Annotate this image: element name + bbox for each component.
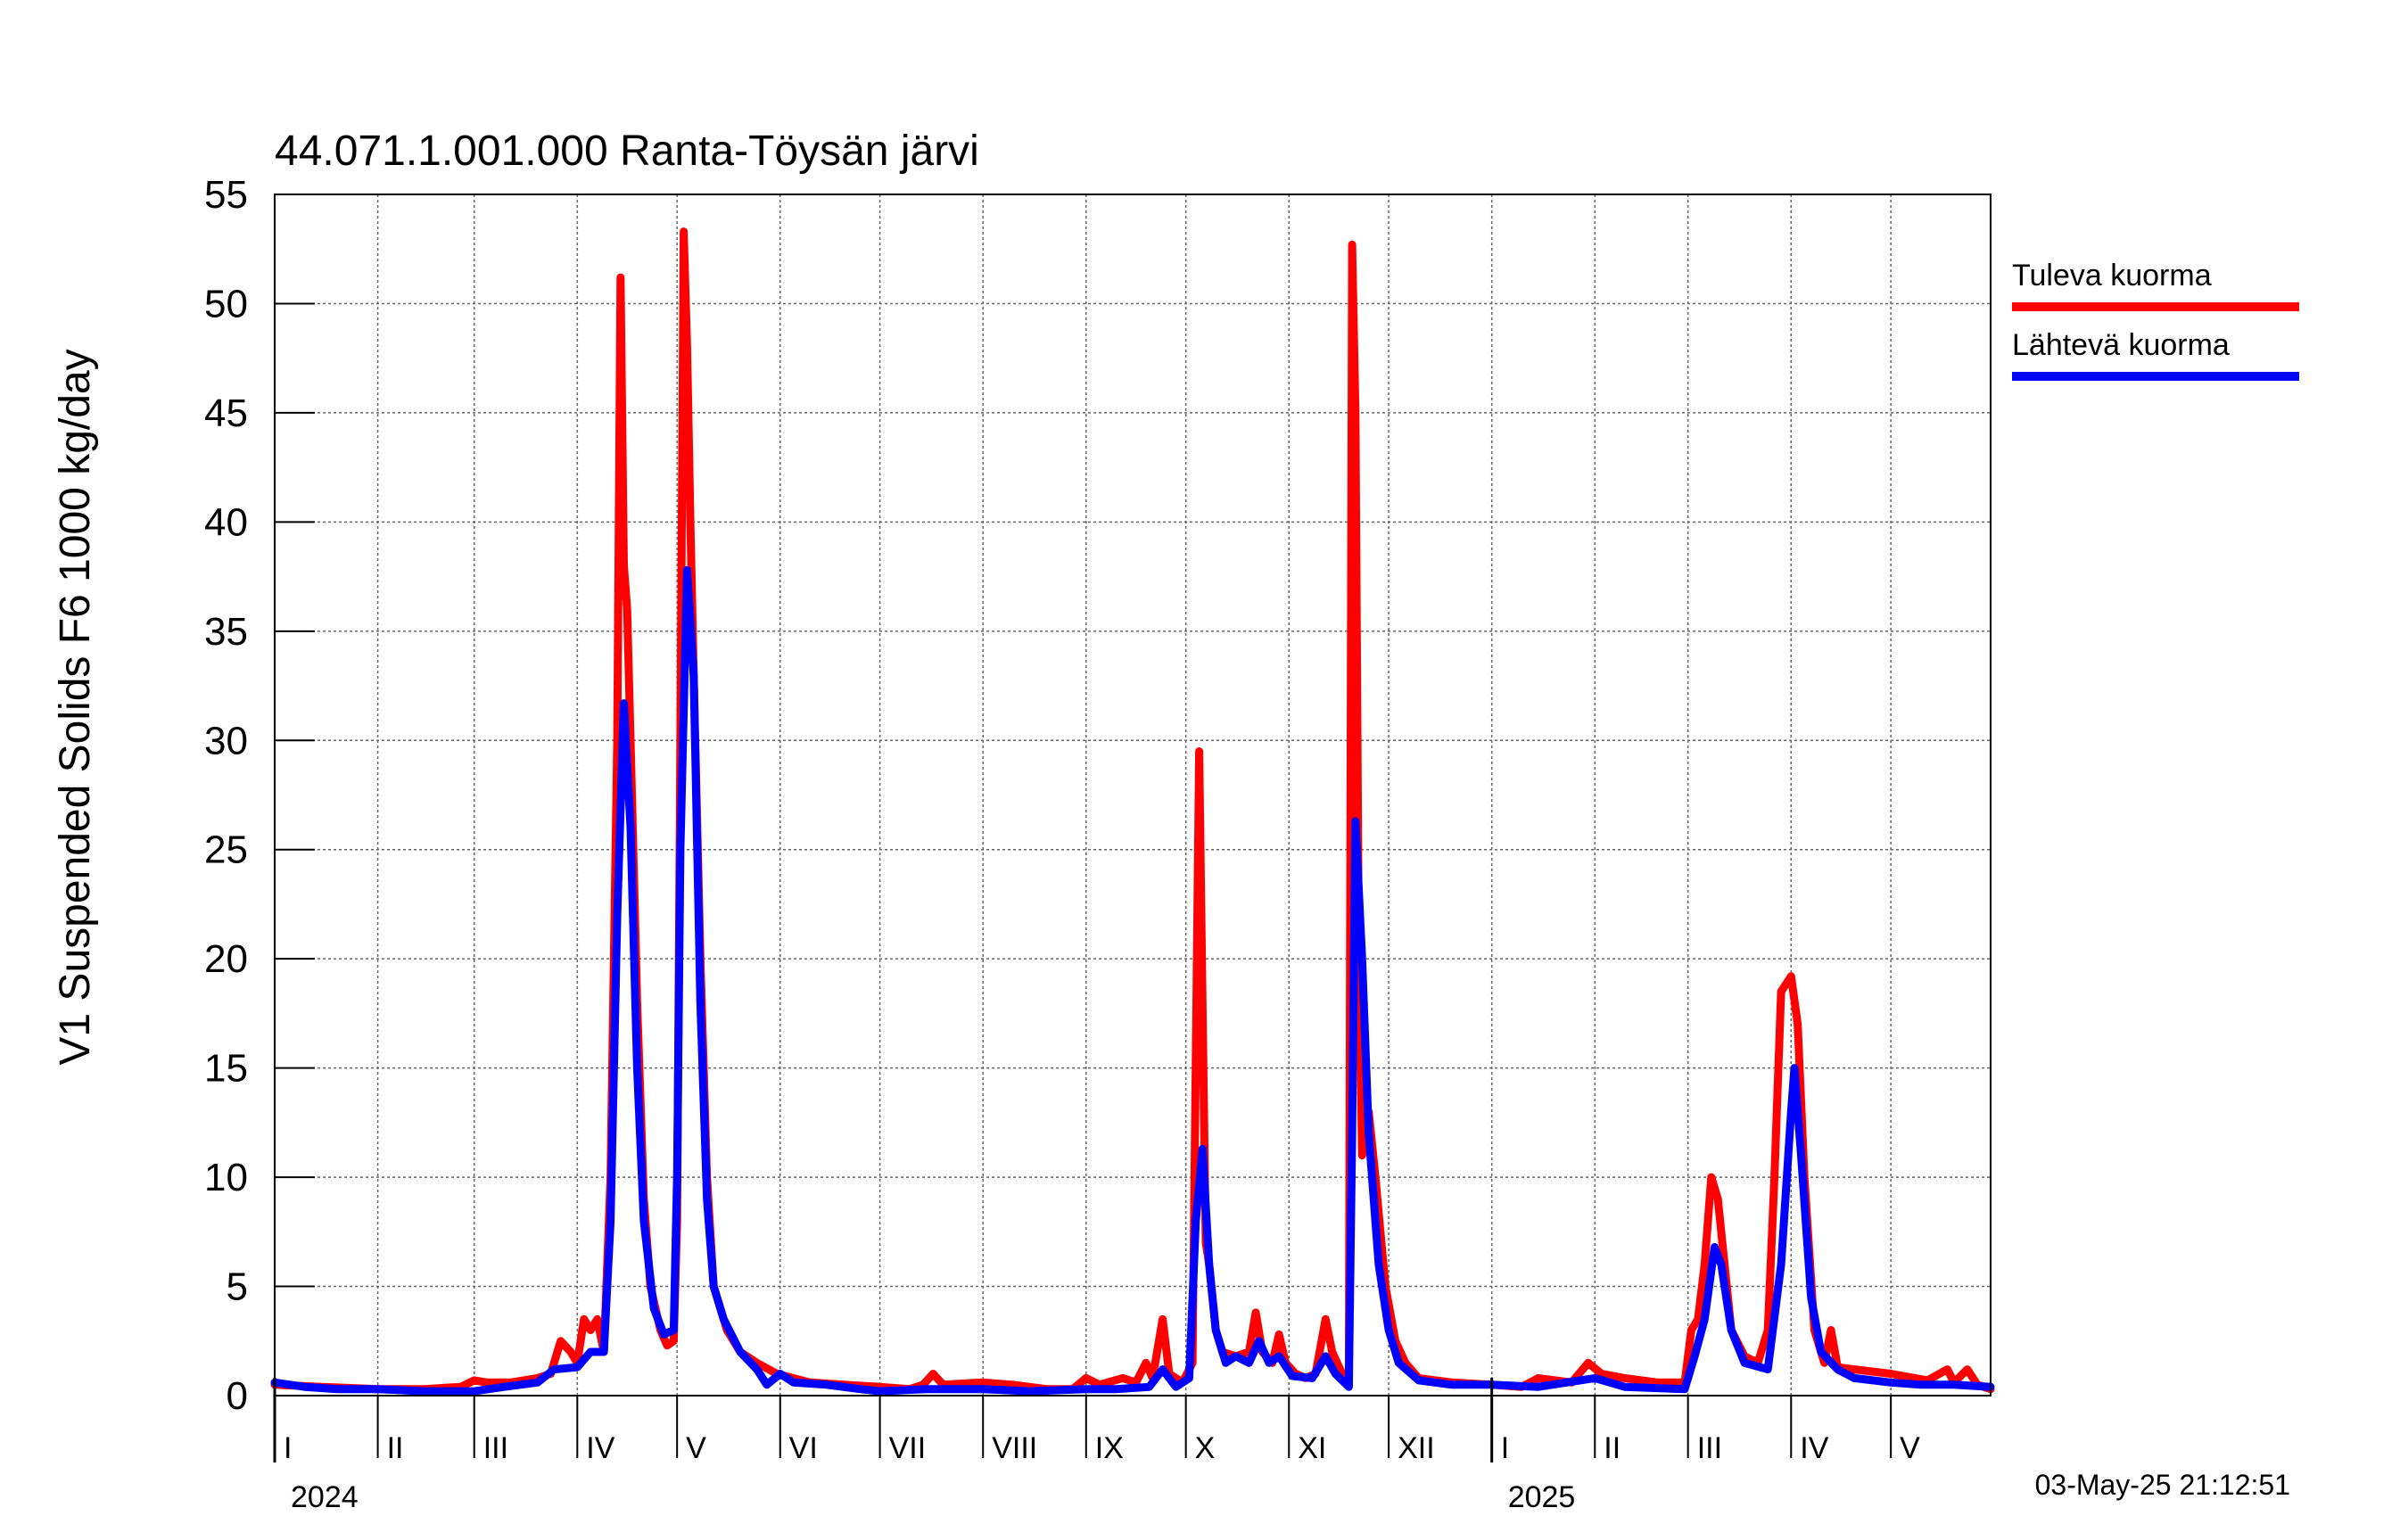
y-tick-label: 40 <box>204 500 248 544</box>
grid <box>275 194 1991 1396</box>
x-axis: I II III IV V VI VII VIII IX X XI XII I II III IV V2024 2… <box>273 1378 1920 1514</box>
y-tick-label: 20 <box>204 937 248 981</box>
chart-title: 44.071.1.001.000 Ranta-Töysän järvi <box>275 128 979 175</box>
x-tick-label: IV <box>1800 1431 1828 1465</box>
x-tick-label: II <box>1604 1431 1620 1465</box>
x-tick-label: VII <box>889 1431 927 1465</box>
x-tick-label: I <box>284 1431 292 1465</box>
x-tick-label: IV <box>586 1431 614 1465</box>
x-tick-label: III <box>1697 1431 1722 1465</box>
x-tick-label: XI <box>1298 1431 1326 1465</box>
x-tick-label: V <box>1900 1431 1920 1465</box>
x-tick-label: X <box>1195 1431 1216 1465</box>
x-tick-label: III <box>483 1431 508 1465</box>
y-axis: 0 5 10 15 20 25 30 35 40 45 50 55 <box>204 173 315 1418</box>
year-label: 2024 <box>291 1480 359 1514</box>
series-layer <box>270 227 1995 1396</box>
y-tick-label: 45 <box>204 391 248 435</box>
chart: 44.071.1.001.000 Ranta-Töysän järvi 0 5 10… <box>52 128 2299 1514</box>
x-tick-label: VI <box>789 1431 818 1465</box>
x-tick-label: V <box>686 1431 706 1465</box>
y-tick-label: 55 <box>204 173 248 217</box>
plot-frame <box>274 194 1992 1397</box>
x-tick-label: II <box>387 1431 404 1465</box>
legend: Tuleva kuorma Lähtevä kuorma <box>2012 259 2299 381</box>
y-tick-label: 25 <box>204 828 248 872</box>
y-tick-label: 50 <box>204 282 248 325</box>
y-tick-label: 30 <box>204 719 248 762</box>
x-tick-label: VIII <box>992 1431 1037 1465</box>
y-tick-label: 0 <box>227 1374 248 1418</box>
y-axis-label: V1 Suspended Solids F6 1000 kg/day <box>52 349 99 1065</box>
timestamp: 03-May-25 21:12:51 <box>2035 1469 2290 1501</box>
x-tick-label: IX <box>1095 1431 1124 1465</box>
y-tick-label: 5 <box>227 1265 248 1309</box>
x-tick-label: I <box>1501 1431 1509 1465</box>
legend-label-1: Lähtevä kuorma <box>2012 328 2230 362</box>
legend-label-0: Tuleva kuorma <box>2012 259 2212 292</box>
year-label: 2025 <box>1508 1480 1576 1514</box>
y-tick-label: 35 <box>204 610 248 654</box>
y-tick-label: 10 <box>204 1156 248 1199</box>
x-tick-label: XII <box>1398 1431 1435 1465</box>
series-line-0 <box>270 227 1995 1394</box>
series-line-1 <box>270 565 1995 1396</box>
y-tick-label: 15 <box>204 1047 248 1091</box>
